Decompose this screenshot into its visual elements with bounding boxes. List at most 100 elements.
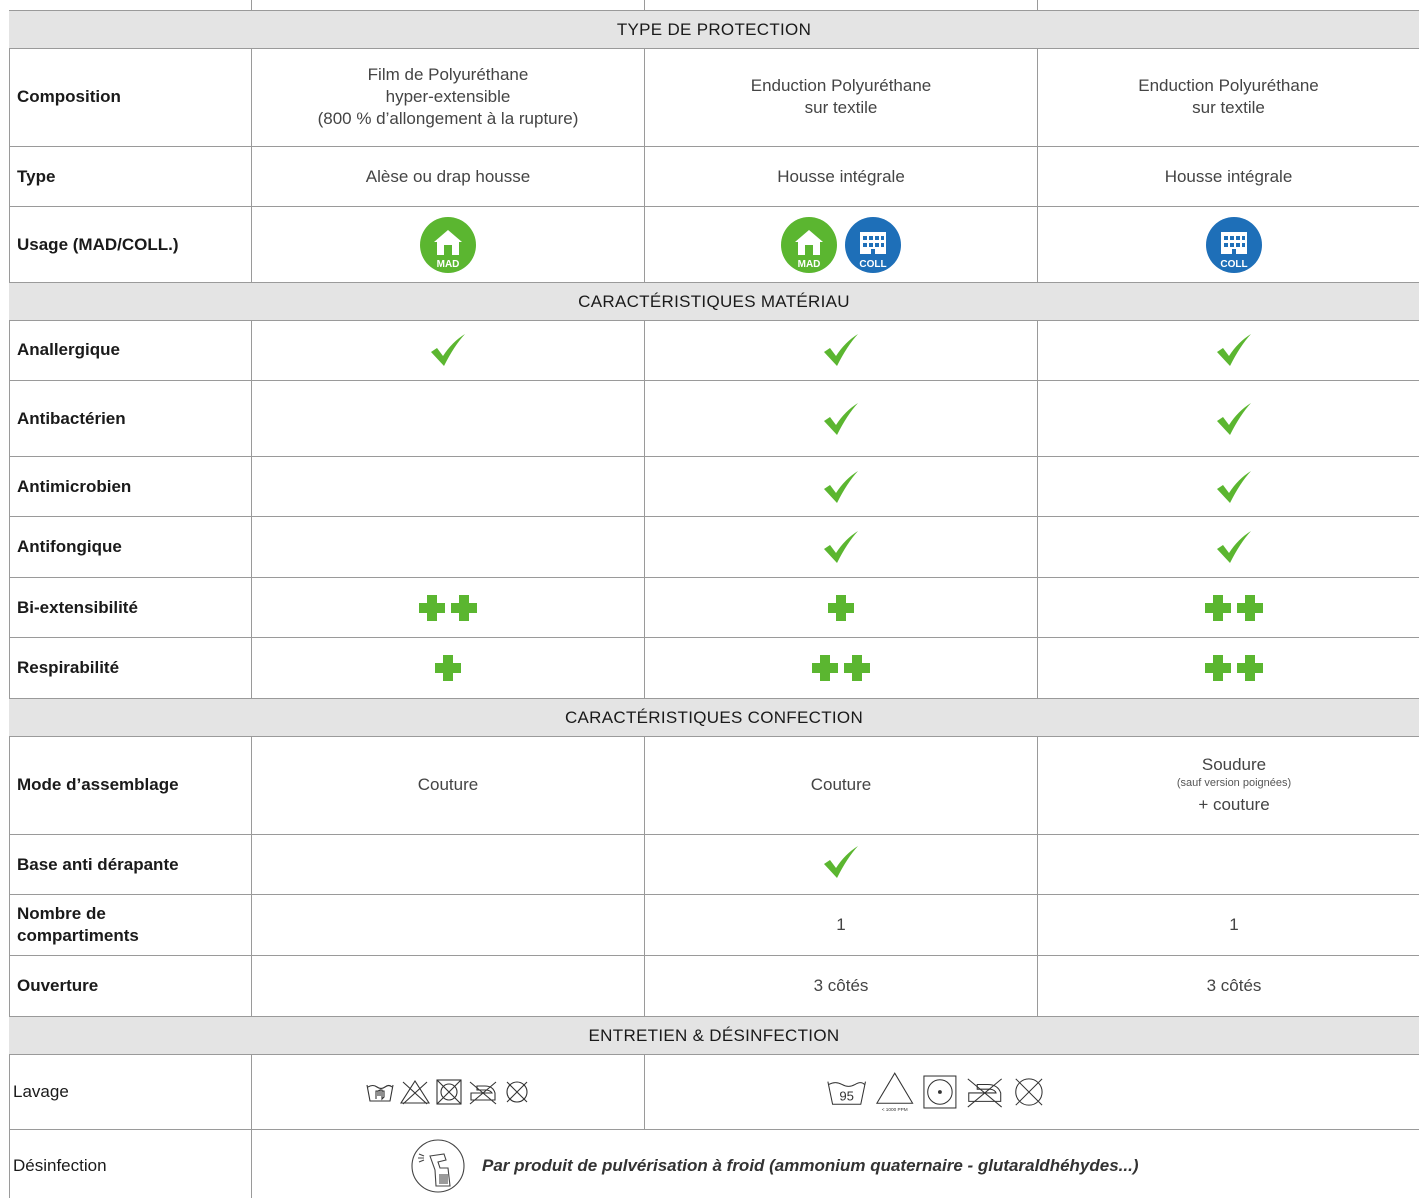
comparison-table: TYPE DE PROTECTION CARACTÉRISTIQUES MATÉ… <box>0 0 1419 1198</box>
spray-bottle-icon <box>411 1139 465 1193</box>
assemblage-col2: Couture <box>810 775 872 794</box>
no-tumble-dry-icon <box>436 1078 462 1105</box>
grid-line <box>251 0 252 10</box>
compartiments-col2: 1 <box>836 915 846 934</box>
usage-col2: MAD COLL <box>645 207 1037 282</box>
row-label-antiderapante: Base anti dérapante <box>17 854 179 874</box>
coll-building-icon: COLL <box>1206 216 1262 273</box>
lavage-right: 95 < 1000 PPM <box>645 1054 1043 1129</box>
row-label-antimicrobien: Antimicrobien <box>17 476 132 496</box>
mark-cell <box>645 320 1037 380</box>
plus-icon <box>812 655 870 681</box>
mad-home-icon: MAD <box>781 216 837 273</box>
hand-wash-icon <box>366 1084 394 1102</box>
row-label-lavage: Lavage <box>13 1081 69 1101</box>
desinfection-text: Par produit de pulvérisation à froid (am… <box>482 1156 1139 1175</box>
badge-text: MAD <box>798 259 821 270</box>
plus-icon <box>828 594 854 621</box>
composition-text: Enduction Polyuréthane <box>750 76 932 95</box>
row-label-type: Type <box>17 166 56 186</box>
checkmark-icon <box>1217 531 1251 563</box>
mark-cell <box>645 457 1037 516</box>
section-header-protection: TYPE DE PROTECTION <box>9 10 1419 49</box>
composition-text: Film de Polyuréthane <box>367 65 529 84</box>
wash-95-icon: 95 <box>827 1081 866 1105</box>
mad-home-icon: MAD <box>420 216 476 273</box>
plus-cell <box>1038 638 1419 698</box>
assemblage-note: (sauf version poignées) <box>1176 777 1292 789</box>
ouverture-col3: 3 côtés <box>1206 976 1262 995</box>
assemblage-extra: + couture <box>1198 795 1270 814</box>
composition-text: sur textile <box>804 98 878 117</box>
usage-col3: COLL <box>1038 207 1419 282</box>
row-label-compartiments: Nombre de compartiments <box>17 895 139 955</box>
mark-cell <box>645 832 1037 891</box>
grid-line <box>9 1129 1419 1130</box>
compartiments-col3: 1 <box>1229 915 1239 934</box>
section-header-confection: CARACTÉRISTIQUES CONFECTION <box>9 698 1419 737</box>
plus-icon <box>435 655 461 681</box>
checkmark-icon <box>824 531 858 563</box>
no-iron-icon <box>469 1081 497 1104</box>
row-label-anallergique: Anallergique <box>17 340 120 359</box>
assemblage-col3: Soudure (sauf version poignées) + coutur… <box>1038 736 1419 834</box>
composition-text: Enduction Polyuréthane <box>1138 76 1319 95</box>
no-dry-clean-icon <box>1015 1077 1043 1106</box>
lavage-left <box>252 1054 644 1129</box>
row-label-antifongique: Antifongique <box>17 537 122 556</box>
badge-text: COLL <box>1220 259 1247 270</box>
desinfection-content: Par produit de pulvérisation à froid (am… <box>410 1138 1139 1194</box>
row-label-composition: Composition <box>17 87 121 106</box>
compartiments-col1 <box>252 895 644 955</box>
plus-icon <box>419 594 477 621</box>
checkmark-icon <box>824 334 858 366</box>
wash-temperature: 95 <box>839 1088 854 1103</box>
checkmark-icon <box>1217 334 1251 366</box>
plus-cell <box>1038 578 1419 637</box>
bleach-allowed-icon: < 1000 PPM <box>876 1071 914 1111</box>
label-line: Nombre de <box>17 904 106 923</box>
composition-col1: Film de Polyuréthane hyper-extensible (8… <box>252 48 644 146</box>
composition-col3: Enduction Polyuréthane sur textile <box>1038 48 1419 146</box>
no-iron-icon <box>967 1077 1002 1107</box>
grid-line <box>644 0 645 10</box>
no-dry-clean-icon <box>506 1080 528 1103</box>
checkmark-icon <box>824 845 858 878</box>
mark-cell <box>1038 517 1419 577</box>
mark-cell <box>1038 381 1419 456</box>
type-col2: Housse intégrale <box>777 166 905 186</box>
composition-text: hyper-extensible <box>385 87 511 106</box>
section-header-entretien: ENTRETIEN & DÉSINFECTION <box>9 1016 1419 1055</box>
label-line: compartiments <box>17 926 139 945</box>
ouverture-col2: 3 côtés <box>813 976 869 995</box>
row-label-respir: Respirabilité <box>17 658 120 677</box>
grid-line <box>1037 0 1038 10</box>
checkmark-icon <box>824 402 858 435</box>
mark-cell <box>252 457 644 516</box>
plus-icon <box>1205 655 1263 681</box>
assemblage-main: Soudure <box>1201 755 1267 774</box>
row-label-usage: Usage (MAD/COLL.) <box>17 234 179 254</box>
row-label-desinfection: Désinfection <box>13 1156 107 1175</box>
badge-text: MAD <box>437 259 460 270</box>
mark-cell <box>645 381 1037 456</box>
plus-icon <box>1205 594 1263 621</box>
plus-cell <box>252 578 644 637</box>
row-label-antibacterien: Antibactérien <box>17 408 126 428</box>
tumble-dry-icon <box>923 1075 957 1108</box>
checkmark-icon <box>1217 402 1251 435</box>
composition-text: sur textile <box>1192 98 1265 117</box>
mark-cell <box>252 517 644 577</box>
mark-cell <box>252 835 644 894</box>
composition-col2: Enduction Polyuréthane sur textile <box>645 48 1037 146</box>
plus-cell <box>252 638 644 698</box>
assemblage-col1: Couture <box>417 775 479 794</box>
usage-col1: MAD <box>252 207 644 282</box>
badge-text: COLL <box>859 259 886 270</box>
mark-cell <box>1038 457 1419 516</box>
section-header-materiau: CARACTÉRISTIQUES MATÉRIAU <box>9 282 1419 321</box>
mark-cell <box>252 320 644 380</box>
composition-text: (800 % d’allongement à la rupture) <box>317 109 579 128</box>
no-bleach-icon <box>399 1079 431 1104</box>
row-label-ouverture: Ouverture <box>17 976 99 995</box>
